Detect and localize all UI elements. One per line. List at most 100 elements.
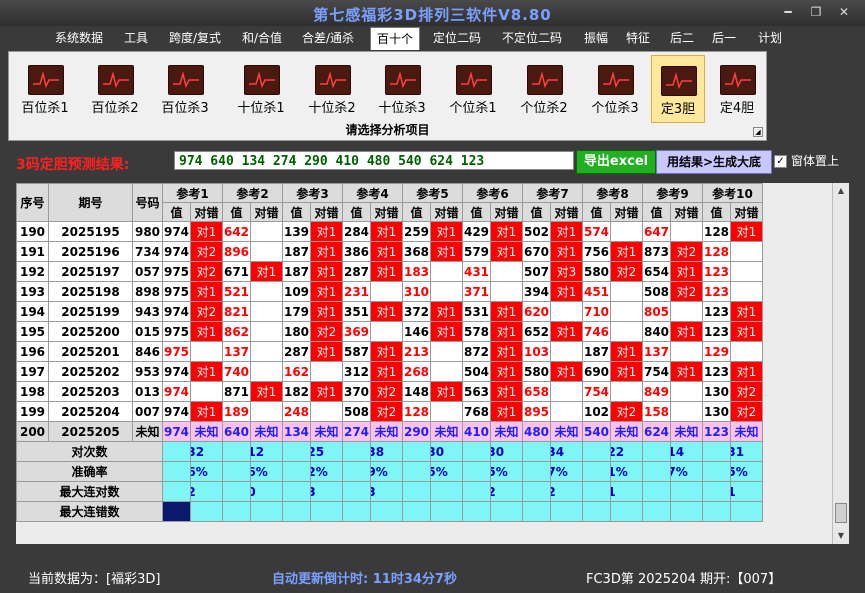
- table-row[interactable]: 199 2025204 007 974 对1 189 248 508 对2 128 768 对1 895…: [16, 401, 763, 422]
- table-row[interactable]: 195 2025200 015 975 对1 862 180 对2 369 146 对1 578 对1 6…: [16, 321, 763, 342]
- chart-icon: [244, 65, 280, 95]
- table-row[interactable]: 194 2025199 943 974 对2 821 179 对1 351 对1 372 对1 531 对…: [16, 301, 763, 322]
- stats-value: 12: [550, 481, 583, 502]
- cell-hit: [430, 341, 463, 362]
- result-field[interactable]: 974 640 134 274 290 410 480 540 624 123: [174, 151, 574, 170]
- cell-issue: 2025197: [48, 261, 133, 282]
- subheader-hit: 对错: [550, 202, 583, 222]
- scroll-thumb[interactable]: [835, 503, 847, 523]
- cell-number: 013: [132, 381, 163, 402]
- chart-icon: [527, 65, 563, 95]
- toolbar-expand-icon[interactable]: ◢: [753, 127, 763, 137]
- toolbar-item-9[interactable]: 定3胆: [651, 55, 705, 123]
- menu-item-0[interactable]: 系统数据: [48, 27, 110, 49]
- toolbar-item-label: 百位杀1: [21, 101, 69, 116]
- table-row[interactable]: 192 2025197 057 975 对2 671 对1 187 对1 287 对1 183 431 5…: [16, 261, 763, 282]
- cell-hit: 对2: [370, 401, 403, 422]
- result-row: 3码定胆预测结果: 974 640 134 274 290 410 480 54…: [8, 148, 865, 178]
- menu-item-3[interactable]: 和/合值: [236, 27, 288, 49]
- cell-predict-value: 480: [522, 421, 551, 442]
- cell-seq: 195: [16, 321, 49, 342]
- cell-seq: 190: [16, 221, 49, 242]
- cell-ref-value: 652: [522, 321, 551, 342]
- cell-hit: 对1: [190, 281, 223, 302]
- cell-ref-value: 370: [342, 381, 371, 402]
- table-row[interactable]: 191 2025196 734 974 对2 896 187 对1 386 对1 368 对1 579 对…: [16, 241, 763, 262]
- scroll-down-icon[interactable]: ▼: [833, 528, 849, 544]
- menu-item-5[interactable]: 百十个: [370, 27, 420, 50]
- cell-ref-value: 128: [402, 401, 431, 422]
- cell-predict-unknown: 未知: [430, 421, 463, 442]
- stats-value: 69%: [370, 461, 403, 482]
- table-row[interactable]: 196 2025201 846 975 137 287 对1 587 对1 213 872 对1 103…: [16, 341, 763, 362]
- menu-item-2[interactable]: 跨度/复式: [162, 27, 228, 49]
- cell-hit: 对1: [490, 401, 523, 422]
- stats-spacer: [582, 461, 611, 482]
- window-ontop-checkbox[interactable]: ✓ 窗体置上: [774, 152, 839, 169]
- stats-value: 7: [670, 501, 703, 522]
- menu-item-4[interactable]: 合差/通杀: [296, 27, 360, 49]
- cell-hit: [250, 401, 283, 422]
- predict-row[interactable]: 200 2025205 未知 974 未知 640 未知 134 未知 274 未知 290 未知 410…: [16, 421, 763, 442]
- toolbar-item-6[interactable]: 个位杀1: [443, 55, 503, 121]
- cell-hit: 对1: [490, 221, 523, 242]
- table-row[interactable]: 197 2025202 953 974 对1 740 162 312 对1 268 504 对1 580…: [16, 361, 763, 382]
- cell-hit: 对1: [670, 361, 703, 382]
- stats-value: 131: [730, 441, 763, 462]
- chart-icon: [456, 65, 492, 95]
- menu-item-6[interactable]: 定位二码: [428, 27, 486, 49]
- toolbar-item-0[interactable]: 百位杀1: [15, 55, 75, 121]
- menu-item-8[interactable]: 振幅: [578, 27, 614, 49]
- menu-item-7[interactable]: 不定位二码: [496, 27, 568, 49]
- menu-item-9[interactable]: 特征: [620, 27, 656, 49]
- cell-ref-value: 805: [642, 301, 671, 322]
- toolbar-item-2[interactable]: 百位杀3: [155, 55, 215, 121]
- menu-item-1[interactable]: 工具: [118, 27, 154, 49]
- table-row[interactable]: 190 2025195 980 974 对1 642 139 对1 284 对1 259 对1 429 对…: [16, 221, 763, 242]
- menu-item-10[interactable]: 后二: [664, 27, 700, 49]
- toolbar-item-7[interactable]: 个位杀2: [514, 55, 574, 121]
- header-ref: 参考5: [402, 183, 463, 203]
- toolbar-item-10[interactable]: 定4胆: [712, 55, 762, 121]
- table-row[interactable]: 193 2025198 898 975 对1 521 109 对1 231 310 371 394 对1…: [16, 281, 763, 302]
- cell-issue: 2025201: [48, 341, 133, 362]
- close-button[interactable]: ✕: [834, 4, 854, 20]
- cell-hit: [670, 401, 703, 422]
- toolbar-item-1[interactable]: 百位杀2: [85, 55, 145, 121]
- cell-ref-value: 974: [162, 361, 191, 382]
- toolbar-item-8[interactable]: 个位杀3: [585, 55, 645, 121]
- minimize-button[interactable]: ━: [778, 4, 798, 20]
- cell-hit: 对1: [190, 401, 223, 422]
- cell-hit: [730, 261, 763, 282]
- subheader-hit: 对错: [370, 202, 403, 222]
- menu-item-11[interactable]: 后一: [706, 27, 742, 49]
- cell-hit: 对1: [250, 381, 283, 402]
- cell-ref-value: 187: [282, 261, 311, 282]
- cell-hit: 对2: [310, 321, 343, 342]
- menu-item-12[interactable]: 计划: [752, 27, 788, 49]
- cell-predict-value: 123: [702, 421, 731, 442]
- toolbar-item-3[interactable]: 十位杀1: [230, 55, 292, 121]
- vertical-scrollbar[interactable]: ▲ ▼: [832, 183, 849, 544]
- cell-ref-value: 148: [402, 381, 431, 402]
- cell-ref-value: 563: [462, 381, 491, 402]
- stats-spacer: [462, 501, 491, 522]
- stats-spacer: [402, 481, 431, 502]
- toolbar-item-5[interactable]: 十位杀3: [372, 55, 432, 121]
- cell-hit: 对1: [310, 241, 343, 262]
- generate-base-button[interactable]: 用结果>生成大底: [656, 150, 772, 174]
- toolbar-item-4[interactable]: 十位杀2: [302, 55, 362, 121]
- subheader-hit: 对错: [310, 202, 343, 222]
- stats-spacer: [702, 501, 731, 522]
- cell-ref-value: 429: [462, 221, 491, 242]
- cell-ref-value: 756: [582, 241, 611, 262]
- checkbox-icon[interactable]: ✓: [774, 155, 787, 168]
- table-row[interactable]: 198 2025203 013 974 871 对1 182 对1 370 对2 148 对1 563 对…: [16, 381, 763, 402]
- cell-ref-value: 268: [402, 361, 431, 382]
- scroll-up-icon[interactable]: ▲: [833, 183, 849, 199]
- stats-spacer: [402, 501, 431, 522]
- current-data-status: 当前数据为：[福彩3D]: [28, 572, 161, 587]
- chart-icon: [661, 66, 697, 96]
- restore-button[interactable]: ❐: [806, 4, 826, 20]
- export-excel-button[interactable]: 导出excel: [576, 150, 656, 174]
